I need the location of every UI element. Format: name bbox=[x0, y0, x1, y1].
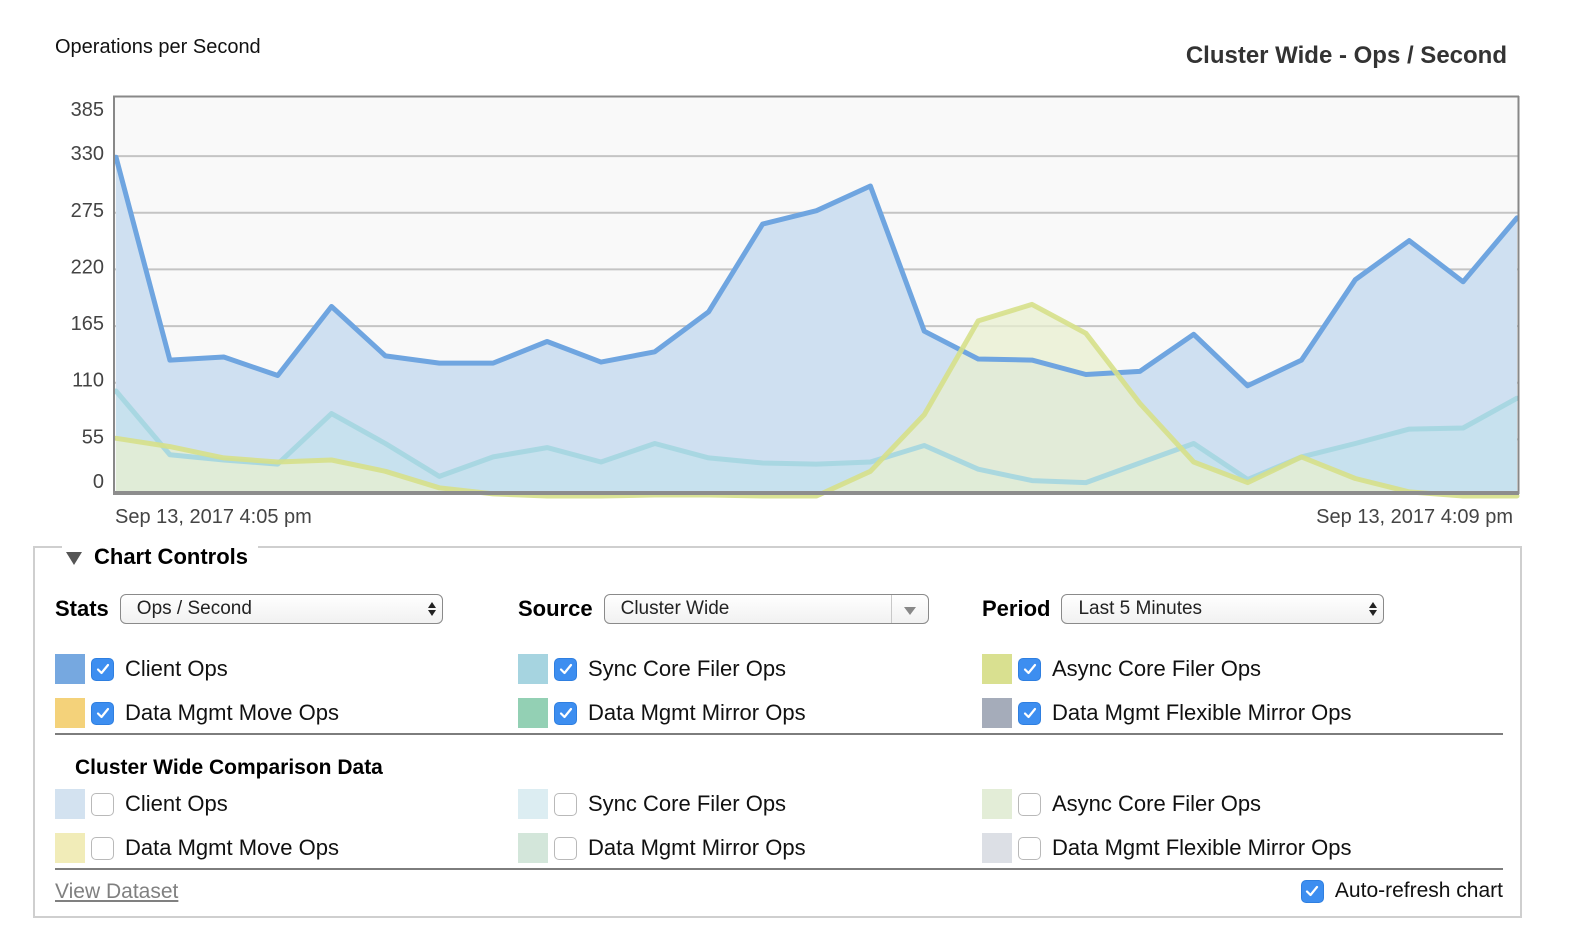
color-swatch bbox=[982, 654, 1012, 684]
y-tick-label: 330 bbox=[71, 143, 104, 165]
chart-controls-toggle[interactable]: Chart Controls bbox=[62, 544, 258, 570]
color-swatch bbox=[55, 698, 85, 728]
checkmark-icon bbox=[559, 663, 572, 675]
stats-select[interactable]: Ops / Second bbox=[119, 594, 443, 624]
y-tick-label: 165 bbox=[71, 313, 104, 335]
series-label: Client Ops bbox=[125, 791, 228, 816]
series-toggle[interactable]: Async Core Filer Ops bbox=[982, 654, 1261, 684]
series-toggle[interactable]: Client Ops bbox=[55, 654, 228, 684]
series-checkbox[interactable] bbox=[554, 657, 577, 681]
chart-controls-title: Chart Controls bbox=[94, 544, 248, 569]
period-select[interactable]: Last 5 Minutes bbox=[1061, 594, 1385, 624]
select-arrows-icon bbox=[422, 602, 442, 616]
series-label: Sync Core Filer Ops bbox=[588, 791, 787, 816]
collapse-triangle-icon bbox=[66, 551, 82, 565]
series-label: Data Mgmt Mirror Ops bbox=[588, 700, 806, 725]
y-tick-label: 275 bbox=[71, 200, 104, 222]
comparison-toggle[interactable]: Data Mgmt Mirror Ops bbox=[518, 833, 806, 863]
comparison-title: Cluster Wide Comparison Data bbox=[75, 756, 383, 779]
auto-refresh-label: Auto-refresh chart bbox=[1334, 879, 1503, 902]
checkmark-icon bbox=[96, 663, 109, 675]
checkmark-icon bbox=[1023, 663, 1036, 675]
x-axis-line bbox=[113, 491, 1519, 495]
series-label: Data Mgmt Move Ops bbox=[125, 700, 339, 725]
select-arrows-icon bbox=[1363, 602, 1383, 616]
source-select-value: Cluster Wide bbox=[620, 598, 730, 619]
series-checkbox[interactable] bbox=[1018, 657, 1041, 681]
series-checkbox[interactable] bbox=[1018, 792, 1041, 816]
color-swatch bbox=[55, 654, 85, 684]
color-swatch bbox=[55, 789, 85, 819]
color-swatch bbox=[55, 833, 85, 863]
period-control: Period Last 5 Minutes bbox=[982, 594, 1385, 624]
x-tick-label-start: Sep 13, 2017 4:05 pm bbox=[115, 506, 312, 528]
period-select-value: Last 5 Minutes bbox=[1078, 598, 1203, 619]
series-checkbox[interactable] bbox=[91, 657, 114, 681]
color-swatch bbox=[982, 789, 1012, 819]
stats-control: Stats Ops / Second bbox=[55, 594, 443, 624]
series-checkbox[interactable] bbox=[1018, 836, 1041, 860]
series-toggle[interactable]: Data Mgmt Flexible Mirror Ops bbox=[982, 698, 1352, 728]
auto-refresh-checkbox[interactable] bbox=[1300, 879, 1324, 903]
checkmark-icon bbox=[1023, 707, 1036, 719]
comparison-toggle[interactable]: Data Mgmt Flexible Mirror Ops bbox=[982, 833, 1352, 863]
dropdown-arrow-icon[interactable] bbox=[890, 595, 928, 623]
ops-chart: 0 55 110 165 220 275 330 385 Sep 13, 2017 4:05 … bbox=[71, 95, 1520, 528]
series-toggle[interactable]: Data Mgmt Mirror Ops bbox=[518, 698, 806, 728]
comparison-toggle[interactable]: Sync Core Filer Ops bbox=[518, 789, 786, 819]
y-axis-ticks: 0 55 110 165 220 275 330 385 bbox=[71, 99, 104, 493]
color-swatch bbox=[518, 833, 548, 863]
series-label: Sync Core Filer Ops bbox=[588, 656, 787, 681]
series-checkbox[interactable] bbox=[91, 701, 114, 725]
stats-select-value: Ops / Second bbox=[136, 598, 252, 619]
auto-refresh-toggle[interactable]: Auto-refresh chart bbox=[1300, 879, 1503, 903]
stats-label: Stats bbox=[55, 596, 109, 621]
color-swatch bbox=[982, 833, 1012, 863]
comparison-toggle[interactable]: Data Mgmt Move Ops bbox=[55, 833, 339, 863]
series-label: Client Ops bbox=[125, 656, 228, 681]
view-dataset-link[interactable]: View Dataset bbox=[55, 880, 178, 904]
color-swatch bbox=[518, 698, 548, 728]
checkmark-icon bbox=[559, 707, 572, 719]
checkmark-icon bbox=[96, 707, 109, 719]
source-control: Source Cluster Wide bbox=[518, 594, 929, 624]
source-label: Source bbox=[518, 596, 593, 621]
series-checkbox[interactable] bbox=[554, 792, 577, 816]
series-label: Async Core Filer Ops bbox=[1052, 656, 1262, 681]
series-checkbox[interactable] bbox=[554, 701, 577, 725]
divider bbox=[55, 733, 1503, 735]
color-swatch bbox=[518, 654, 548, 684]
y-tick-label: 55 bbox=[82, 426, 104, 448]
series-toggle[interactable]: Data Mgmt Move Ops bbox=[55, 698, 339, 728]
series-checkbox[interactable] bbox=[554, 836, 577, 860]
x-tick-label-end: Sep 13, 2017 4:09 pm bbox=[1316, 506, 1513, 528]
series-label: Data Mgmt Move Ops bbox=[125, 835, 339, 860]
series-label: Data Mgmt Flexible Mirror Ops bbox=[1052, 700, 1352, 725]
color-swatch bbox=[518, 789, 548, 819]
checkmark-icon bbox=[1306, 885, 1319, 897]
color-swatch bbox=[982, 698, 1012, 728]
series-checkbox[interactable] bbox=[91, 792, 114, 816]
y-tick-label: 0 bbox=[93, 471, 104, 493]
series-label: Data Mgmt Flexible Mirror Ops bbox=[1052, 835, 1352, 860]
series-label: Data Mgmt Mirror Ops bbox=[588, 835, 806, 860]
divider bbox=[55, 868, 1503, 870]
series-checkbox[interactable] bbox=[1018, 701, 1041, 725]
series-checkbox[interactable] bbox=[91, 836, 114, 860]
y-tick-label: 220 bbox=[71, 256, 104, 278]
y-tick-label: 110 bbox=[72, 370, 104, 392]
y-tick-label: 385 bbox=[71, 99, 104, 121]
series-label: Async Core Filer Ops bbox=[1052, 791, 1262, 816]
source-select[interactable]: Cluster Wide bbox=[603, 594, 929, 624]
series-toggle[interactable]: Sync Core Filer Ops bbox=[518, 654, 786, 684]
comparison-toggle[interactable]: Client Ops bbox=[55, 789, 228, 819]
period-label: Period bbox=[982, 596, 1051, 621]
comparison-toggle[interactable]: Async Core Filer Ops bbox=[982, 789, 1261, 819]
